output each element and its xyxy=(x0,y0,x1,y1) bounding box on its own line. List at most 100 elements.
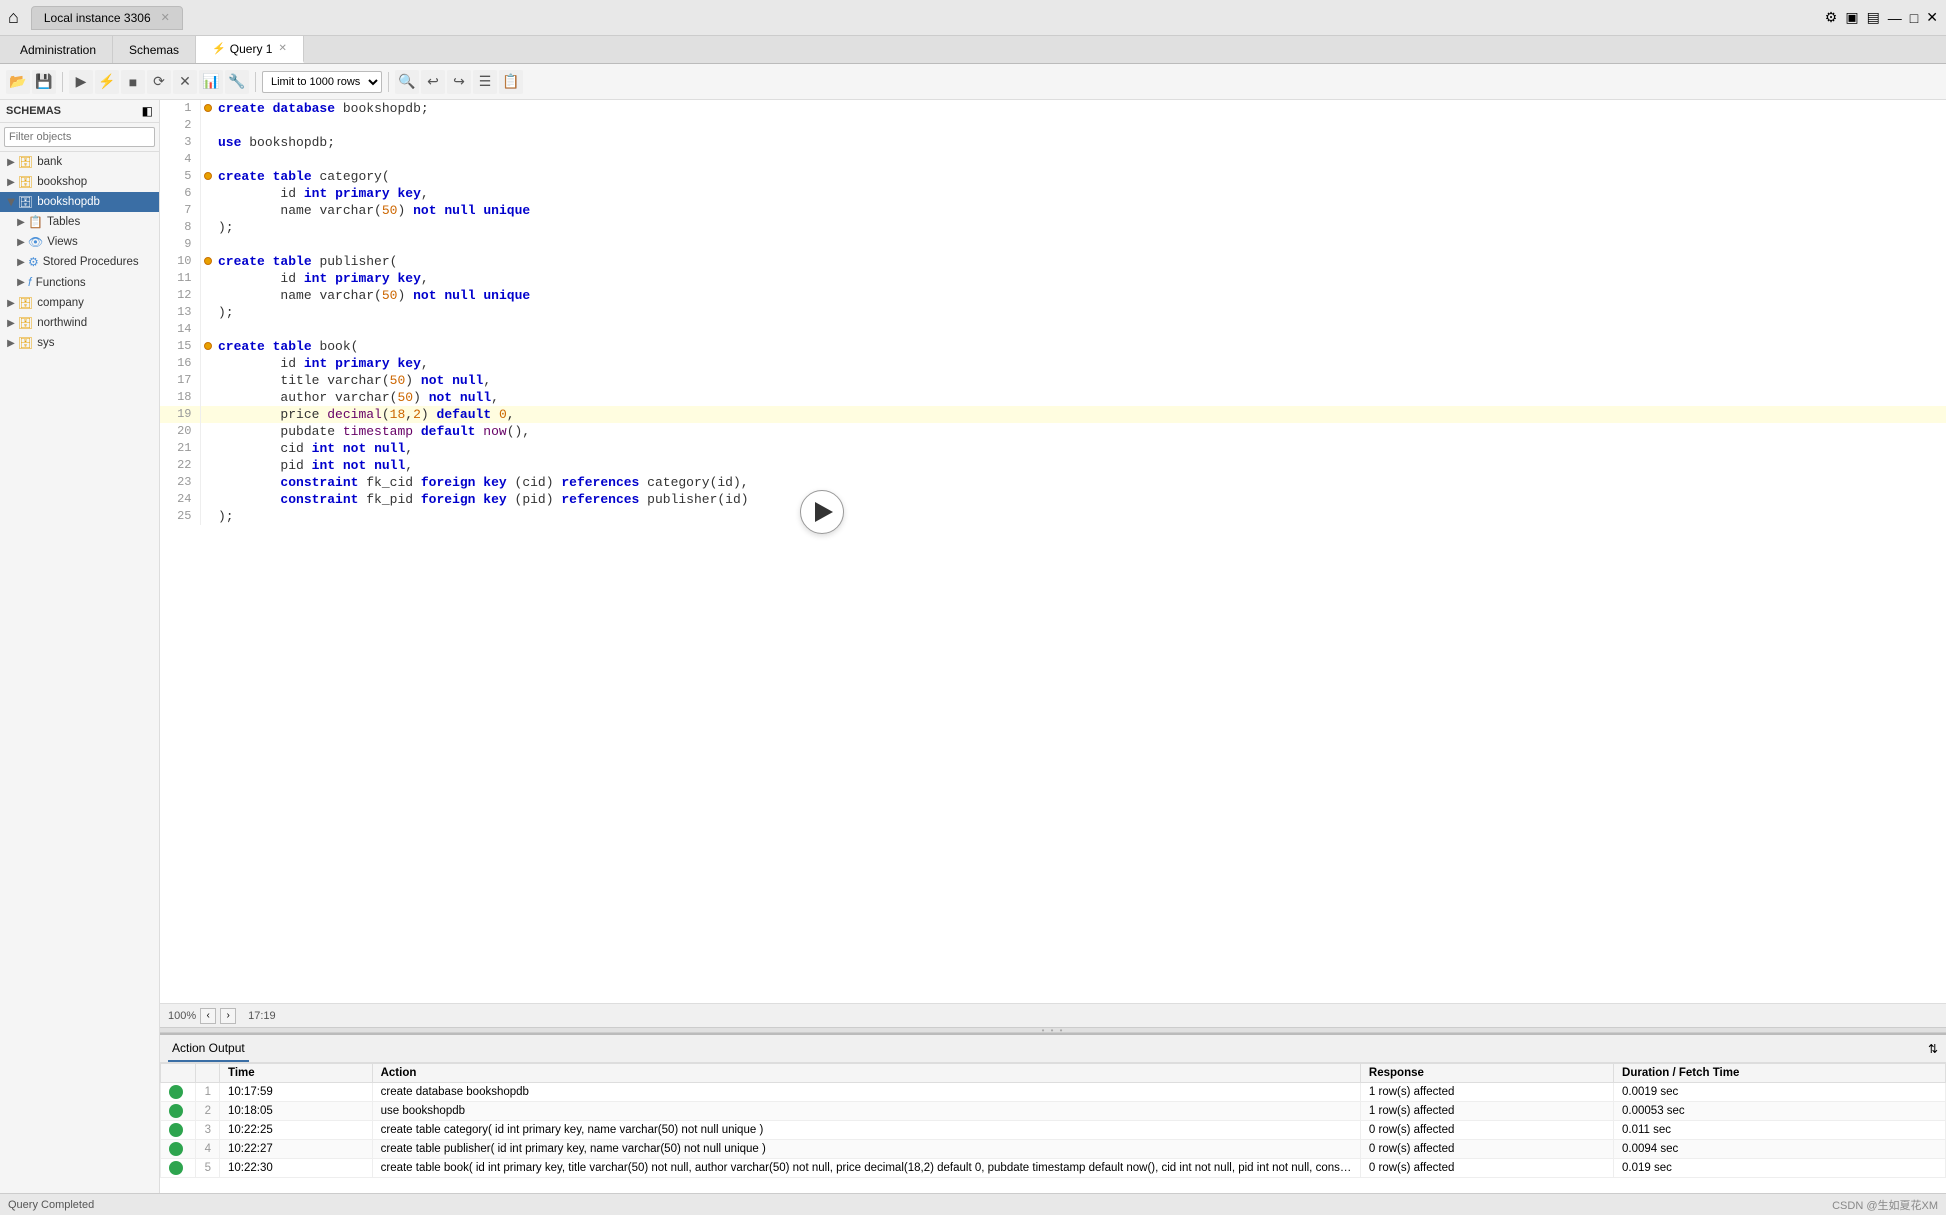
code-line-3: 3 use bookshopdb; xyxy=(160,134,1946,151)
execute-btn[interactable]: ▶ xyxy=(69,70,93,94)
limit-select[interactable]: Limit to 1000 rows Limit to 500 rows Don… xyxy=(262,71,382,93)
sidebar-tree: ▶ 🗄 bank ▶ 🗄 bookshop ▶ 🗄 bookshopdb ▶ 📋… xyxy=(0,152,159,1193)
tables-arrow: ▶ xyxy=(14,217,28,228)
sidebar-item-tables[interactable]: ▶ 📋 Tables xyxy=(0,212,159,232)
bookshop-db-icon: 🗄 xyxy=(18,175,33,189)
home-icon[interactable]: ⌂ xyxy=(8,7,19,28)
code-line-21: 21 cid int not null, xyxy=(160,440,1946,457)
sys-label: sys xyxy=(37,337,54,349)
code-line-24: 24 constraint fk_pid foreign key (pid) r… xyxy=(160,491,1946,508)
tab-administration[interactable]: Administration xyxy=(4,36,113,63)
sidebar-item-company[interactable]: ▶ 🗄 company xyxy=(0,293,159,313)
format-btn[interactable]: 🔧 xyxy=(225,70,249,94)
line10-dot xyxy=(204,257,212,265)
save-btn[interactable]: 💾 xyxy=(32,70,56,94)
play-button[interactable] xyxy=(800,490,844,534)
company-label: company xyxy=(37,297,84,309)
layout-icon1[interactable]: ▣ xyxy=(1845,9,1858,26)
code-line-16: 16 id int primary key, xyxy=(160,355,1946,372)
sidebar-item-bookshop[interactable]: ▶ 🗄 bookshop xyxy=(0,172,159,192)
explain-btn[interactable]: 📊 xyxy=(199,70,223,94)
snippets-btn[interactable]: 📋 xyxy=(499,70,523,94)
status-dot xyxy=(169,1123,183,1137)
bookshopdb-arrow: ▶ xyxy=(6,195,17,209)
bottom-panel: Action Output ⇅ Time Action Response xyxy=(160,1033,1946,1193)
redo-btn[interactable]: ↪ xyxy=(447,70,471,94)
tab-schemas[interactable]: Schemas xyxy=(113,36,196,63)
col-response: Response xyxy=(1360,1064,1613,1083)
sidebar-toggle-icon[interactable]: ◧ xyxy=(142,104,153,118)
sidebar-item-views[interactable]: ▶ 👁 Views xyxy=(0,232,159,252)
beautify-btn[interactable]: ☰ xyxy=(473,70,497,94)
views-icon: 👁 xyxy=(28,235,43,249)
play-arrow-icon xyxy=(815,502,833,522)
code-line-7: 7 name varchar(50) not null unique xyxy=(160,202,1946,219)
sidebar-item-bookshopdb[interactable]: ▶ 🗄 bookshopdb xyxy=(0,192,159,212)
views-arrow: ▶ xyxy=(14,237,28,248)
duration-cell: 0.0019 sec xyxy=(1614,1083,1946,1102)
tab-query1[interactable]: ⚡ Query 1 ✕ xyxy=(196,36,304,63)
stop-btn[interactable]: ■ xyxy=(121,70,145,94)
tab-query1-label: Query 1 xyxy=(230,42,273,56)
status-dot xyxy=(169,1085,183,1099)
code-line-12: 12 name varchar(50) not null unique xyxy=(160,287,1946,304)
table-row: 4 10:22:27 create table publisher( id in… xyxy=(161,1140,1946,1159)
instance-tab-label: Local instance 3306 xyxy=(44,11,151,25)
close-icon[interactable]: ✕ xyxy=(161,11,170,24)
minimize-icon[interactable]: — xyxy=(1888,10,1902,26)
sp-icon: ⚙ xyxy=(28,255,39,269)
sort-icon[interactable]: ⇅ xyxy=(1928,1042,1938,1056)
clear-btn[interactable]: ✕ xyxy=(173,70,197,94)
fn-label: Functions xyxy=(36,277,86,289)
sidebar-item-stored-procedures[interactable]: ▶ ⚙ Stored Procedures xyxy=(0,252,159,272)
northwind-arrow: ▶ xyxy=(4,318,18,329)
open-file-btn[interactable]: 📂 xyxy=(6,70,30,94)
tab-query1-close[interactable]: ✕ xyxy=(278,43,286,54)
northwind-label: northwind xyxy=(37,317,87,329)
code-line-10: 10 create table publisher( xyxy=(160,253,1946,270)
zoom-decrement[interactable]: ‹ xyxy=(200,1008,216,1024)
northwind-db-icon: 🗄 xyxy=(18,316,33,330)
bottom-panel-header: Action Output ⇅ xyxy=(160,1035,1946,1063)
col-action: Action xyxy=(372,1064,1360,1083)
window-close-icon[interactable]: ✕ xyxy=(1926,9,1938,26)
bookshopdb-label: bookshopdb xyxy=(37,196,100,208)
results-table: Time Action Response Duration / Fetch Ti… xyxy=(160,1063,1946,1193)
sidebar-item-sys[interactable]: ▶ 🗄 sys xyxy=(0,333,159,353)
execute-current-btn[interactable]: ⚡ xyxy=(95,70,119,94)
undo-btn[interactable]: ↩ xyxy=(421,70,445,94)
duration-cell: 0.0094 sec xyxy=(1614,1140,1946,1159)
response-cell: 1 row(s) affected xyxy=(1360,1083,1613,1102)
query-icon: ⚡ xyxy=(212,42,226,55)
search-btn[interactable]: 🔍 xyxy=(395,70,419,94)
row-num-cell: 3 xyxy=(196,1121,220,1140)
sidebar-item-bank[interactable]: ▶ 🗄 bank xyxy=(0,152,159,172)
status-cell xyxy=(161,1159,196,1178)
instance-tab[interactable]: Local instance 3306 ✕ xyxy=(31,6,183,30)
row-num-cell: 4 xyxy=(196,1140,220,1159)
action-cell: create table book( id int primary key, t… xyxy=(372,1159,1360,1178)
status-cell xyxy=(161,1140,196,1159)
search-input[interactable] xyxy=(4,127,155,147)
code-editor[interactable]: 1 create database bookshopdb; 2 3 use bo… xyxy=(160,100,1946,1003)
time-cell: 10:22:30 xyxy=(220,1159,373,1178)
views-label: Views xyxy=(47,236,77,248)
zoom-increment[interactable]: › xyxy=(220,1008,236,1024)
sidebar-item-functions[interactable]: ▶ 𝑓 Functions xyxy=(0,272,159,293)
duration-cell: 0.00053 sec xyxy=(1614,1102,1946,1121)
action-cell: create database bookshopdb xyxy=(372,1083,1360,1102)
sidebar-item-northwind[interactable]: ▶ 🗄 northwind xyxy=(0,313,159,333)
tables-label: Tables xyxy=(47,216,80,228)
maximize-icon[interactable]: □ xyxy=(1910,10,1918,26)
settings-icon[interactable]: ⚙ xyxy=(1825,9,1838,26)
layout-icon2[interactable]: ▤ xyxy=(1867,9,1880,26)
refresh-btn[interactable]: ⟳ xyxy=(147,70,171,94)
cursor-position: 17:19 xyxy=(248,1010,276,1022)
time-cell: 10:22:27 xyxy=(220,1140,373,1159)
code-line-20: 20 pubdate timestamp default now(), xyxy=(160,423,1946,440)
code-line-2: 2 xyxy=(160,117,1946,134)
company-db-icon: 🗄 xyxy=(18,296,33,310)
row-num-cell: 5 xyxy=(196,1159,220,1178)
code-line-13: 13 ); xyxy=(160,304,1946,321)
tab-action-output[interactable]: Action Output xyxy=(168,1035,249,1062)
